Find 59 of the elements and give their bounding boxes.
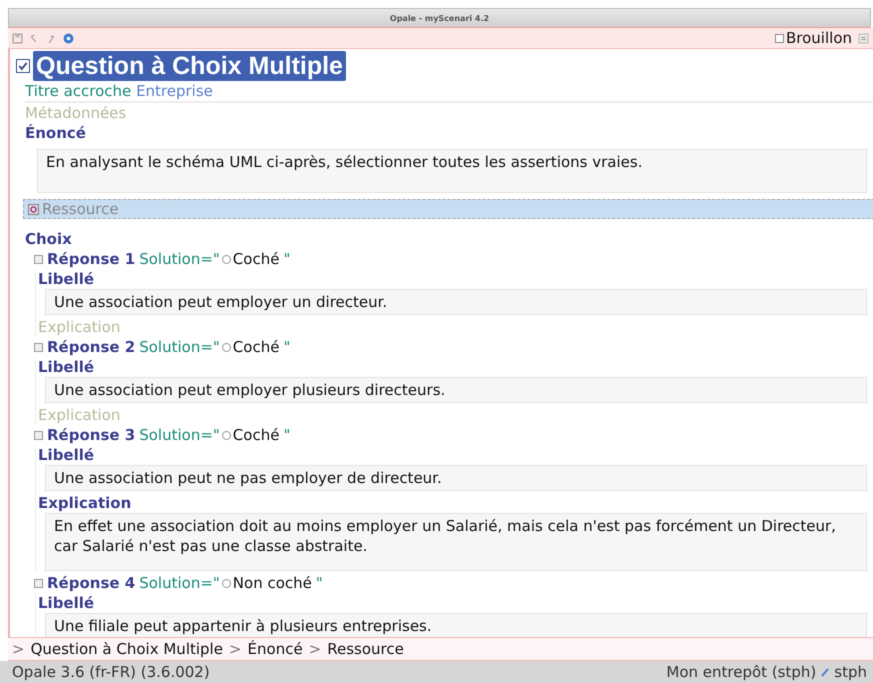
collapse-icon[interactable] (34, 578, 43, 588)
pen-icon (820, 667, 830, 677)
solution-label: Solution=" (139, 573, 220, 593)
breadcrumb-separator: > (228, 640, 242, 658)
breadcrumb-item[interactable]: Question à Choix Multiple (30, 640, 223, 658)
label-field[interactable]: Une filiale peut appartenir à plusieurs entreprises. (45, 613, 867, 637)
repository-text: Mon entrepôt (stph) (666, 663, 816, 681)
redo-icon[interactable] (46, 32, 57, 44)
dropdown-icon[interactable] (222, 578, 231, 588)
label-heading: Libellé (38, 593, 96, 613)
window-title: Opale - myScenari 4.2 (390, 14, 490, 22)
label-heading: Libellé (38, 357, 96, 377)
explanation-field[interactable]: En effet une association doit au moins employer un Salarié, mais cela n'est pas forcément un Directeur, car Salarié n'est pas une classe abstraite. (45, 513, 867, 571)
collapse-icon[interactable] (34, 342, 43, 352)
hook-label: Titre accroche (25, 82, 132, 100)
document-title[interactable]: Question à Choix Multiple (33, 51, 346, 81)
response-title: Réponse 2 (47, 337, 136, 357)
hook-field[interactable]: Entreprise (136, 82, 213, 100)
label-field[interactable]: Une association peut ne pas employer de directeur. (45, 465, 867, 491)
response-title: Réponse 4 (47, 573, 136, 593)
quote-mark: " (283, 249, 290, 269)
solution-label: Solution=" (139, 425, 220, 445)
solution-label: Solution=" (139, 337, 220, 357)
statement-heading: Énoncé (25, 123, 87, 143)
solution-value[interactable]: Coché (232, 337, 280, 357)
label-heading: Libellé (38, 269, 96, 289)
breadcrumb-item[interactable]: Ressource (327, 640, 404, 658)
quote-mark: " (283, 337, 290, 357)
breadcrumb-item[interactable]: Énoncé (248, 640, 303, 658)
save-icon[interactable] (12, 32, 23, 44)
label-field[interactable]: Une association peut employer plusieurs directeurs. (45, 377, 867, 403)
solution-value[interactable]: Coché (232, 249, 280, 269)
collapse-icon[interactable] (34, 254, 43, 264)
response-title: Réponse 1 (47, 249, 136, 269)
solution-label: Solution=" (139, 249, 220, 269)
breadcrumb-separator: > (308, 640, 322, 658)
draft-checkbox[interactable]: Brouillon (775, 29, 852, 47)
solution-value[interactable]: Non coché (232, 573, 312, 593)
explanation-heading[interactable]: Explication (38, 493, 873, 513)
choices-heading: Choix (25, 229, 73, 249)
image-icon (28, 204, 39, 214)
label-heading: Libellé (38, 445, 96, 465)
solution-value[interactable]: Coché (232, 425, 280, 445)
quote-mark: " (283, 425, 290, 445)
menu-icon[interactable] (858, 32, 869, 44)
user-text: stph (834, 663, 867, 681)
resource-label: Ressource (42, 200, 119, 218)
dropdown-icon[interactable] (222, 430, 231, 440)
collapse-icon[interactable] (34, 430, 43, 440)
title-checkbox[interactable] (16, 59, 30, 73)
dropdown-icon[interactable] (222, 254, 231, 264)
version-text: Opale 3.6 (fr-FR) (3.6.002) (12, 663, 210, 681)
quote-mark: " (316, 573, 323, 593)
breadcrumb-separator: > (12, 640, 25, 658)
response-title: Réponse 3 (47, 425, 136, 445)
label-field[interactable]: Une association peut employer un directeur. (45, 289, 867, 315)
statement-field[interactable]: En analysant le schéma UML ci-après, sélectionner toutes les assertions vraies. (37, 149, 867, 193)
circle-icon[interactable] (63, 32, 74, 44)
dropdown-icon[interactable] (222, 342, 231, 352)
